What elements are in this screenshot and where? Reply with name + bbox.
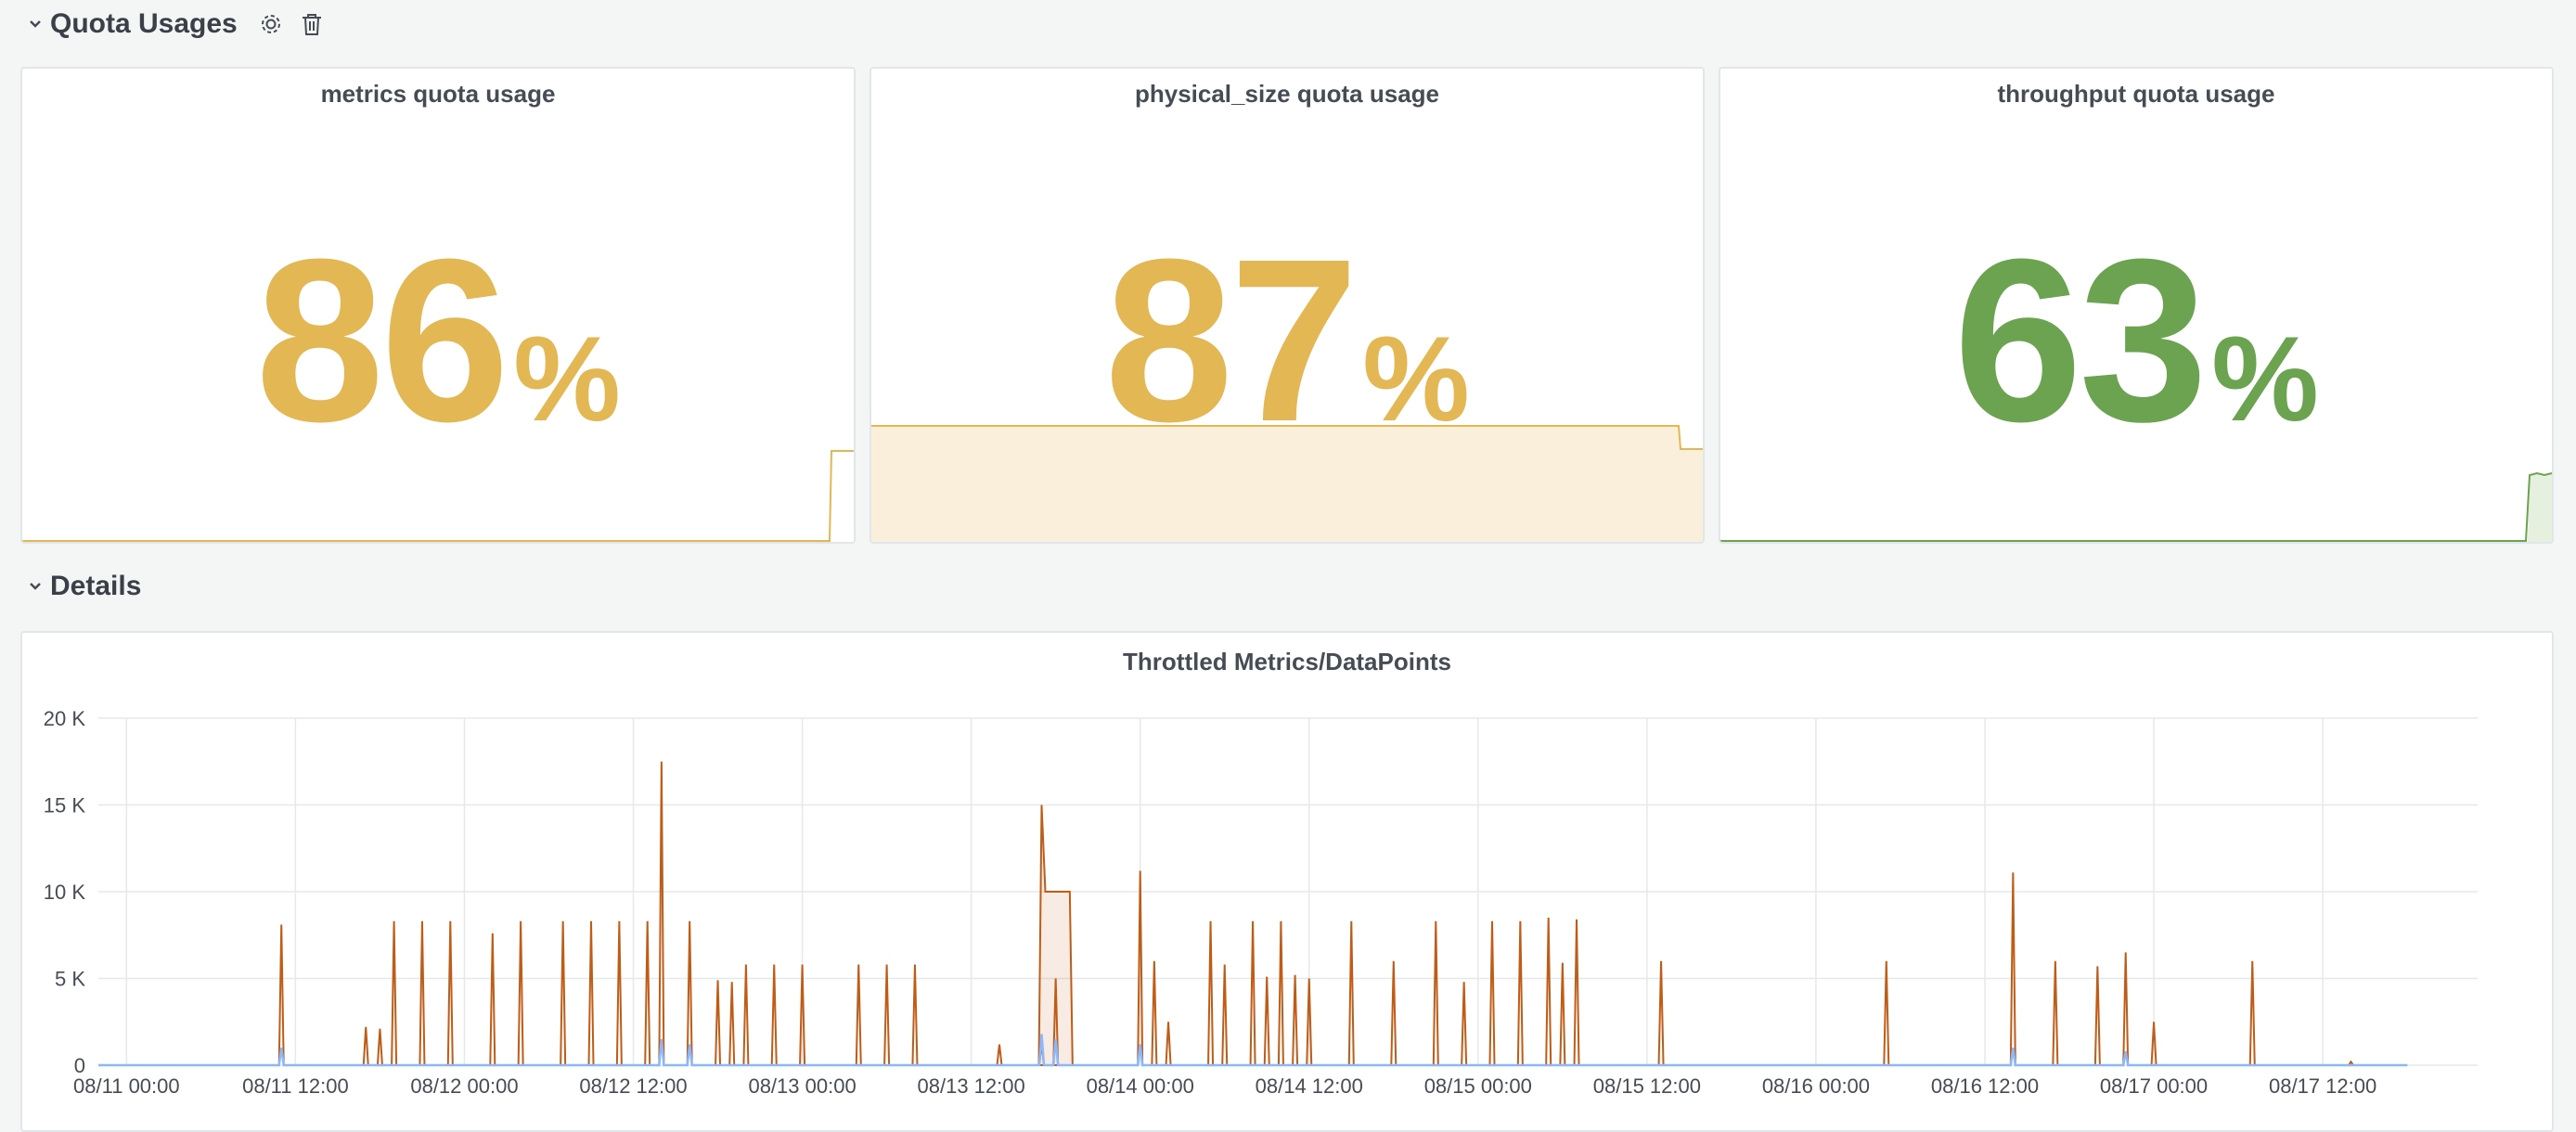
x-tick-label: 08/11 12:00 bbox=[242, 1074, 349, 1098]
x-tick-label: 08/14 00:00 bbox=[1087, 1074, 1194, 1098]
stat-panel-metrics: metrics quota usage 86% bbox=[20, 67, 856, 544]
x-axis: 08/11 00:00 08/11 12:00 08/12 00:00 08/12 1… bbox=[73, 1074, 2376, 1098]
x-tick-label: 08/17 12:00 bbox=[2269, 1074, 2376, 1098]
chart-grid bbox=[98, 717, 2478, 1066]
x-tick-label: 08/13 12:00 bbox=[918, 1074, 1025, 1098]
y-tick-label: 15 K bbox=[44, 794, 86, 817]
stat-value: 63% bbox=[1720, 225, 2552, 457]
row-title-quota-usages[interactable]: Quota Usages bbox=[50, 8, 238, 40]
y-axis: 05 K10 K15 K20 K bbox=[44, 707, 86, 1077]
x-tick-label: 08/12 00:00 bbox=[410, 1074, 518, 1098]
x-tick-label: 08/15 00:00 bbox=[1424, 1074, 1532, 1098]
x-tick-label: 08/14 12:00 bbox=[1256, 1074, 1363, 1098]
x-tick-label: 08/12 12:00 bbox=[579, 1074, 687, 1098]
series-line-1 bbox=[98, 1034, 2408, 1067]
x-tick-label: 08/16 12:00 bbox=[1931, 1074, 2039, 1098]
x-tick-label: 08/16 00:00 bbox=[1762, 1074, 1870, 1098]
x-tick-label: 08/15 12:00 bbox=[1593, 1074, 1701, 1098]
chart-canvas: 05 K10 K15 K20 K 08/11 00:00 08/11 12:00 0… bbox=[44, 707, 2478, 1098]
stat-value: 87% bbox=[871, 225, 1703, 457]
chart-series bbox=[98, 761, 2408, 1067]
series-line-0 bbox=[98, 761, 2408, 1066]
y-tick-label: 20 K bbox=[44, 707, 86, 730]
row-quota-usages: Quota Usages bbox=[24, 2, 330, 46]
stat-panel-physical-size: physical_size quota usage 87% bbox=[869, 67, 1705, 544]
panel-title[interactable]: throughput quota usage bbox=[1720, 80, 2552, 109]
panel-title[interactable]: physical_size quota usage bbox=[871, 80, 1703, 109]
chevron-down-icon[interactable] bbox=[24, 13, 46, 35]
y-tick-label: 5 K bbox=[55, 968, 85, 991]
trash-icon[interactable] bbox=[293, 6, 330, 43]
stat-number: 63 bbox=[1953, 211, 2208, 470]
x-tick-label: 08/11 00:00 bbox=[73, 1074, 180, 1098]
stat-panel-throughput: throughput quota usage 63% bbox=[1719, 67, 2554, 544]
x-tick-label: 08/17 00:00 bbox=[2100, 1074, 2208, 1098]
y-tick-label: 10 K bbox=[44, 881, 86, 904]
x-tick-label: 08/13 00:00 bbox=[748, 1074, 856, 1098]
chevron-down-icon[interactable] bbox=[24, 575, 46, 598]
stat-unit: % bbox=[1362, 311, 1470, 446]
row-details: Details bbox=[24, 564, 141, 609]
row-title-details[interactable]: Details bbox=[50, 571, 141, 602]
sparkline bbox=[22, 450, 854, 542]
graph-panel-throttled: Throttled Metrics/DataPoints 05 K 10 K 15 … bbox=[20, 631, 2554, 1132]
stat-number: 87 bbox=[1104, 211, 1359, 470]
gear-icon[interactable] bbox=[252, 6, 290, 43]
stat-unit: % bbox=[2211, 311, 2319, 446]
